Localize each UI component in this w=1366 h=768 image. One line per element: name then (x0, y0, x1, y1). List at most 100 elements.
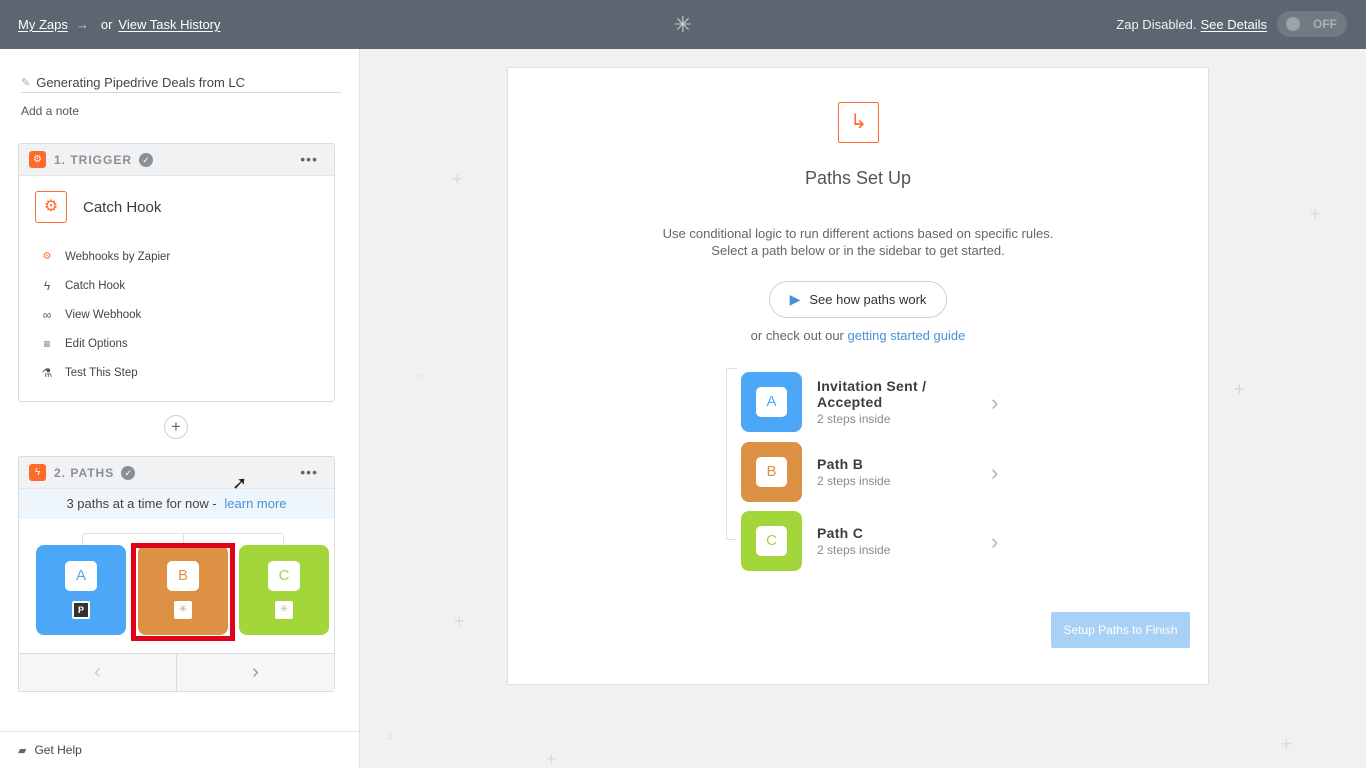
path-letter: A (756, 387, 787, 417)
paths-tree-connector (726, 368, 740, 540)
menu-item-label: View Webhook (65, 308, 142, 321)
menu-item-webhooks-by-zapier[interactable]: ⚙ Webhooks by Zapier (19, 242, 334, 271)
flask-icon: ⚗ (41, 365, 53, 380)
chevron-right-icon: › (991, 529, 999, 554)
main-canvas: + + + + + + ○ ○ ↳ Paths Set Up Use condi… (360, 49, 1366, 768)
path-letter: B (756, 457, 787, 487)
breadcrumb: My Zaps → or View Task History (18, 0, 221, 49)
guide-line: or check out our getting started guide (508, 328, 1208, 343)
paths-note-text: 3 paths at a time for now - (66, 496, 217, 511)
sidebar: ✎ Generating Pipedrive Deals from LC Add… (0, 49, 360, 768)
path-letter: B (167, 561, 199, 591)
bolt-icon: ϟ (43, 278, 51, 293)
panel-description: Use conditional logic to run different a… (508, 225, 1208, 259)
guide-prefix: or check out our (750, 328, 844, 343)
path-badge: C (741, 511, 802, 571)
chevron-right-icon: › (991, 390, 999, 415)
previous-page-button[interactable]: ‹ (19, 654, 177, 691)
trigger-menu: ⚙ Webhooks by Zapier ϟ Catch Hook ∞ View… (19, 238, 334, 387)
trigger-app-row[interactable]: ⚙ Catch Hook (19, 176, 334, 238)
plus-decoration-icon: + (1310, 204, 1321, 224)
description-line-2: Select a path below or in the sidebar to… (711, 243, 1005, 258)
zapier-app-icon: ✳ (174, 601, 192, 619)
get-help-link[interactable]: ▰ Get Help (0, 731, 359, 768)
paths-connector (82, 533, 284, 545)
path-badge: A (741, 372, 802, 432)
menu-item-view-webhook[interactable]: ∞ View Webhook (19, 300, 334, 329)
button-label: See how paths work (809, 292, 927, 307)
path-badge: B (741, 442, 802, 502)
path-name: Path B (817, 456, 864, 472)
path-name: Path C (817, 525, 864, 541)
path-letter: A (65, 561, 97, 591)
my-zaps-link[interactable]: My Zaps (18, 17, 68, 32)
path-tile-b[interactable]: B ✳ (138, 545, 228, 635)
more-options-icon[interactable]: ••• (300, 152, 318, 166)
next-page-button[interactable]: › (177, 654, 334, 691)
paths-step-title: 2. PATHS (54, 465, 115, 480)
get-help-label: Get Help (34, 743, 82, 757)
add-step-button[interactable]: + (164, 415, 188, 439)
path-letter: C (756, 526, 787, 556)
trigger-step-header[interactable]: ⚙ 1. TRIGGER ✓ ••• (19, 144, 334, 176)
menu-item-label: Edit Options (65, 337, 128, 350)
top-bar: My Zaps → or View Task History ✳ Zap Dis… (0, 0, 1366, 49)
see-details-link[interactable]: See Details (1201, 17, 1267, 32)
path-tile-c[interactable]: C ✳ (239, 545, 329, 635)
path-row-b[interactable]: B Path B 2 steps inside › (741, 442, 1011, 502)
webhook-icon: ⚙ (29, 151, 46, 168)
path-tile-a[interactable]: A P (36, 545, 126, 635)
plus-decoration-icon: + (546, 749, 557, 768)
see-how-paths-work-button[interactable]: ▶ See how paths work (769, 281, 947, 318)
add-note-link[interactable]: Add a note (21, 104, 79, 118)
path-steps-count: 2 steps inside (817, 543, 891, 557)
paths-limit-note: 3 paths at a time for now - learn more (19, 489, 334, 519)
path-row-a[interactable]: A Invitation Sent / Accepted 2 steps ins… (741, 372, 1011, 432)
lines-icon: ≡ (43, 336, 51, 351)
path-name-line-2: Accepted (817, 394, 883, 410)
path-name: Invitation Sent / (817, 378, 927, 394)
menu-item-label: Test This Step (65, 366, 138, 379)
trigger-step-card: ⚙ 1. TRIGGER ✓ ••• ⚙ Catch Hook ⚙ Webhoo… (18, 143, 335, 402)
trigger-app-name: Catch Hook (83, 198, 162, 216)
menu-item-edit-options[interactable]: ≡ Edit Options (19, 329, 334, 358)
play-icon: ▶ (789, 291, 801, 307)
paths-branch-icon: ↳ (838, 102, 879, 143)
bolt-icon: ϟ (29, 464, 46, 481)
plus-decoration-icon: + (454, 611, 465, 631)
zap-name-field[interactable]: ✎ Generating Pipedrive Deals from LC (21, 73, 341, 93)
toggle-label: OFF (1313, 17, 1337, 31)
plus-decoration-icon: + (452, 169, 463, 189)
paths-step-card: ϟ 2. PATHS ✓ ••• 3 paths at a time for n… (18, 456, 335, 692)
view-task-history-link[interactable]: View Task History (118, 17, 220, 32)
description-line-1: Use conditional logic to run different a… (662, 226, 1054, 241)
panel-title: Paths Set Up (804, 168, 912, 188)
webhook-icon: ⚙ (42, 251, 52, 262)
check-icon: ✓ (121, 465, 136, 480)
pencil-icon: ✎ (21, 77, 31, 89)
chevron-right-icon: › (991, 460, 999, 485)
webhook-app-icon: ⚙ (35, 191, 67, 223)
paths-pager: ‹ › (19, 653, 334, 691)
link-icon: ∞ (42, 307, 52, 322)
zap-name-text: Generating Pipedrive Deals from LC (36, 75, 246, 90)
trigger-step-title: 1. TRIGGER (54, 152, 133, 167)
menu-item-test-this-step[interactable]: ⚗ Test This Step (19, 358, 334, 387)
chat-bubble-icon: ▰ (18, 744, 27, 757)
path-letter: C (268, 561, 300, 591)
path-row-c[interactable]: C Path C 2 steps inside › (741, 511, 1011, 571)
more-options-icon[interactable]: ••• (300, 465, 318, 479)
plus-decoration-icon: + (1281, 734, 1292, 754)
path-steps-count: 2 steps inside (817, 412, 891, 426)
menu-item-catch-hook[interactable]: ϟ Catch Hook (19, 271, 334, 300)
or-text: or (100, 17, 113, 32)
setup-paths-to-finish-button[interactable]: Setup Paths to Finish (1051, 612, 1190, 648)
toggle-knob (1286, 17, 1300, 31)
zap-on-off-toggle[interactable]: OFF (1277, 11, 1347, 37)
learn-more-link[interactable]: learn more (224, 496, 286, 511)
plus-decoration-icon: + (1234, 379, 1245, 399)
paths-step-header[interactable]: ϟ 2. PATHS ✓ ••• (19, 457, 334, 489)
arrow-right-icon: → (75, 17, 89, 32)
menu-item-label: Webhooks by Zapier (65, 250, 171, 263)
getting-started-guide-link[interactable]: getting started guide (848, 328, 966, 343)
